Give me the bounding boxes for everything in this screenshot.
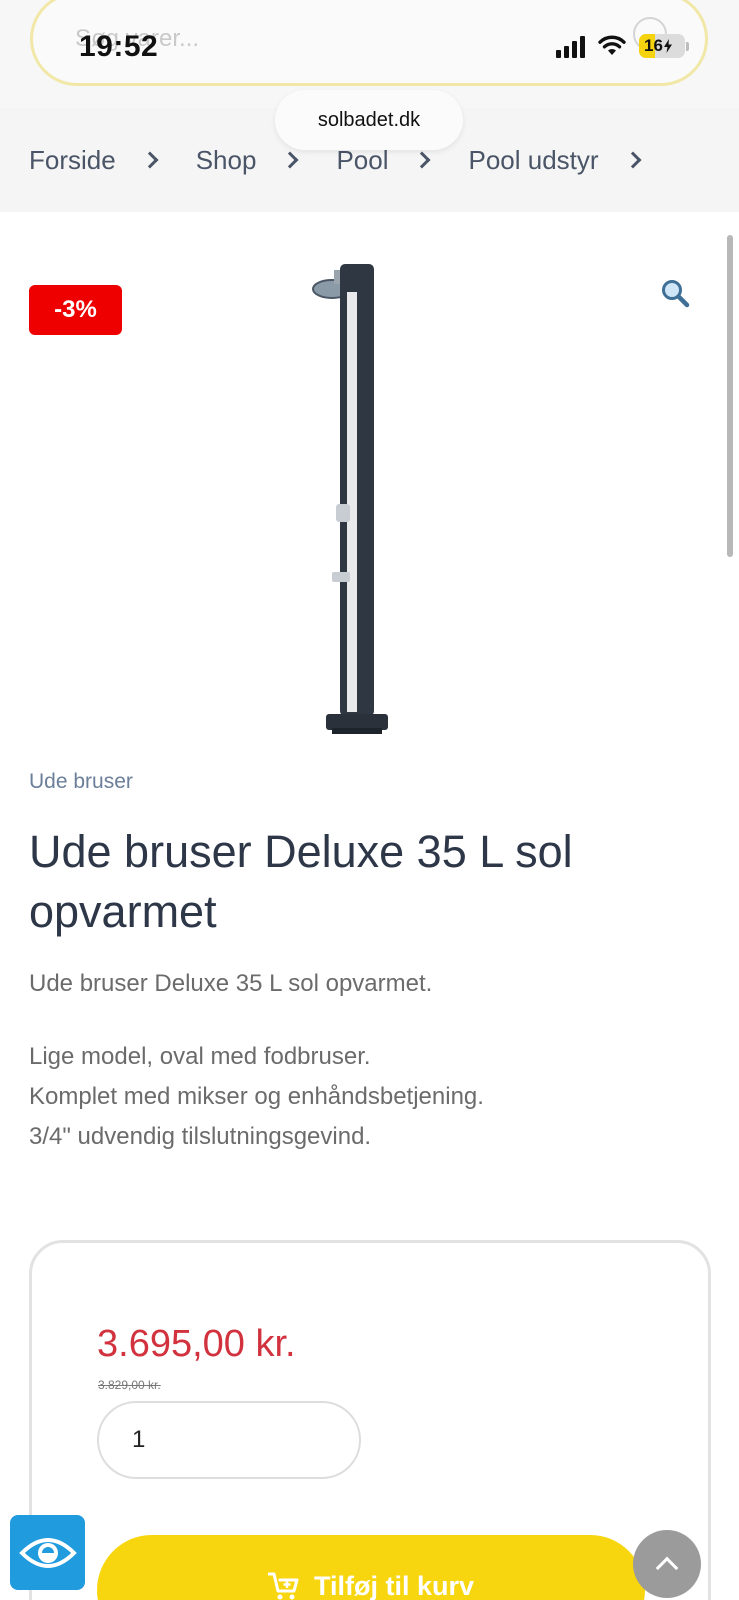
purchase-box: 3.695,00 kr. 3.829,00 kr. Tilføj til kur… <box>29 1240 711 1600</box>
status-time: 19:52 <box>79 30 159 63</box>
description-line: 3/4" udvendig tilslutningsgevind. <box>29 1123 372 1150</box>
product-title: Ude bruser Deluxe 35 L sol opvarmet <box>29 826 573 937</box>
battery-icon: 16 <box>639 34 689 58</box>
product-image[interactable] <box>312 262 392 752</box>
add-to-cart-button[interactable]: Tilføj til kurv <box>97 1535 645 1600</box>
accessibility-button[interactable] <box>10 1515 85 1590</box>
description-line: Komplet med mikser og enhåndsbetjening. <box>29 1083 484 1110</box>
product-category-link[interactable]: Ude bruser <box>29 770 133 794</box>
battery-level: 16 <box>644 36 663 55</box>
cart-plus-icon <box>267 1572 299 1600</box>
url-bar[interactable]: solbadet.dk <box>275 90 463 150</box>
cellular-signal-icon <box>556 34 585 58</box>
description-line: Lige model, oval med fodbruser. <box>29 1043 371 1070</box>
eye-icon <box>18 1537 77 1568</box>
chevron-right-icon <box>413 151 431 169</box>
magnifier-icon[interactable] <box>660 278 690 308</box>
chevron-up-icon <box>655 1556 679 1580</box>
product-short-description: Ude bruser Deluxe 35 L sol opvarmet. <box>29 970 433 997</box>
quantity-input[interactable] <box>97 1401 361 1479</box>
original-price: 3.829,00 kr. <box>98 1378 161 1392</box>
chevron-right-icon <box>281 151 299 169</box>
product-description: Lige model, oval med fodbruser. Komplet … <box>29 1037 484 1157</box>
charging-bolt-icon <box>663 39 672 53</box>
add-to-cart-label: Tilføj til kurv <box>313 1571 475 1600</box>
discount-badge: -3% <box>29 285 122 335</box>
breadcrumb-item-forside[interactable]: Forside <box>29 145 116 176</box>
status-icons: 16 <box>556 34 689 58</box>
wifi-icon <box>598 35 626 55</box>
breadcrumb-item-shop[interactable]: Shop <box>196 145 257 176</box>
sale-price: 3.695,00 kr. <box>97 1323 296 1365</box>
chevron-right-icon <box>624 151 642 169</box>
scrollbar[interactable] <box>727 235 733 557</box>
back-to-top-button[interactable] <box>633 1530 701 1598</box>
chevron-right-icon <box>141 151 159 169</box>
breadcrumb-item-pool-udstyr[interactable]: Pool udstyr <box>468 145 598 176</box>
